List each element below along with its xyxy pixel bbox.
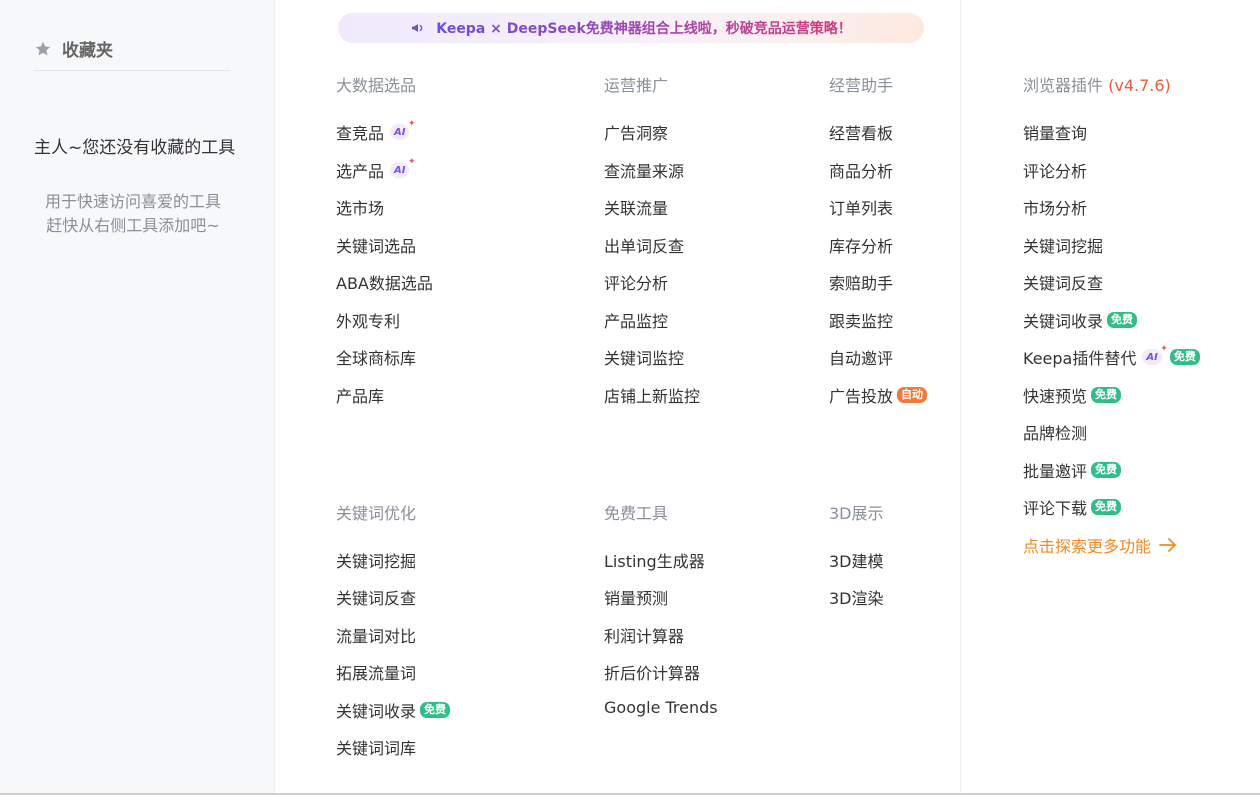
section-title-free-tools: 免费工具 — [604, 504, 669, 523]
explore-more-link[interactable]: 点击探索更多功能 — [1023, 533, 1177, 557]
free-badge: 免费 — [1091, 387, 1122, 403]
explore-more-label: 点击探索更多功能 — [1023, 537, 1152, 556]
plugin-item-keyword-index[interactable]: 关键词收录 免费 — [1023, 308, 1138, 332]
ai-badge-label: AI — [394, 126, 406, 138]
free-badge: 免费 — [420, 702, 451, 718]
menu-item-claims[interactable]: 索赔助手 — [829, 270, 893, 294]
menu-item-related-traffic[interactable]: 关联流量 — [604, 195, 668, 219]
promo-banner[interactable]: Keepa × DeepSeek免费神器组合上线啦，秒破竞品运营策略！ — [338, 13, 924, 43]
menu-item-store-new-monitor[interactable]: 店铺上新监控 — [604, 383, 700, 407]
favorites-empty-desc: 用于快速访问喜爱的工具 赶快从右侧工具添加吧~ — [28, 190, 238, 238]
sparkle-icon: ✦ — [407, 119, 416, 129]
plugin-item-sales-query[interactable]: 销量查询 — [1023, 120, 1087, 144]
menu-item-traffic-compare[interactable]: 流量词对比 — [336, 623, 416, 647]
favorites-empty-desc-line2: 赶快从右侧工具添加吧~ — [46, 216, 220, 235]
menu-item-profit-calculator[interactable]: 利润计算器 — [604, 623, 684, 647]
menu-item-discount-calculator[interactable]: 折后价计算器 — [604, 660, 700, 684]
ai-badge: AI ✦ — [390, 119, 415, 140]
menu-item-label: 批量邀评 — [1023, 462, 1088, 481]
ai-badge-label: AI — [394, 164, 406, 176]
menu-item-expand-traffic[interactable]: 拓展流量词 — [336, 660, 416, 684]
menu-item-aba-data[interactable]: ABA数据选品 — [336, 270, 433, 294]
menu-item-listing-generator[interactable]: Listing生成器 — [604, 548, 705, 572]
free-badge: 免费 — [1107, 312, 1138, 328]
menu-item-traffic-source[interactable]: 查流量来源 — [604, 158, 684, 182]
ai-badge-label: AI — [1146, 351, 1158, 363]
favorites-sidebar: 收藏夹 主人~您还没有收藏的工具 用于快速访问喜爱的工具 赶快从右侧工具添加吧~ — [0, 0, 275, 795]
menu-item-label: 关键词收录 — [336, 702, 417, 721]
plugin-item-keepa-alternative[interactable]: Keepa插件替代 AI ✦ 免费 — [1023, 344, 1200, 369]
plugin-title-label: 浏览器插件 — [1023, 76, 1104, 95]
column-divider — [960, 0, 961, 795]
section-title-keyword-opt: 关键词优化 — [336, 504, 417, 523]
menu-item-label: 快速预览 — [1023, 387, 1088, 406]
free-badge: 免费 — [1169, 349, 1200, 365]
section-title-big-data: 大数据选品 — [336, 76, 417, 95]
menu-item-order-keyword[interactable]: 出单词反查 — [604, 233, 684, 257]
menu-item-keyword-index[interactable]: 关键词收录 免费 — [336, 698, 451, 722]
menu-item-keyword-select[interactable]: 关键词选品 — [336, 233, 416, 257]
ai-badge: AI ✦ — [390, 157, 415, 178]
menu-item-inventory[interactable]: 库存分析 — [829, 233, 893, 257]
menu-item-hijack-monitor[interactable]: 跟卖监控 — [829, 308, 893, 332]
plugin-item-review-download[interactable]: 评论下载 免费 — [1023, 495, 1122, 519]
menu-item-product-library[interactable]: 产品库 — [336, 383, 384, 407]
plugin-item-quick-preview[interactable]: 快速预览 免费 — [1023, 383, 1122, 407]
menu-item-keyword-reverse[interactable]: 关键词反查 — [336, 585, 416, 609]
auto-badge: 自动 — [897, 387, 928, 403]
plugin-item-brand-check[interactable]: 品牌检测 — [1023, 420, 1087, 444]
megaphone-icon — [410, 20, 426, 36]
sparkle-icon: ✦ — [1160, 344, 1168, 354]
menu-item-product-monitor[interactable]: 产品监控 — [604, 308, 668, 332]
menu-item-review-analysis[interactable]: 评论分析 — [604, 270, 668, 294]
section-title-plugin: 浏览器插件 (v4.7.6) — [1023, 72, 1171, 96]
menu-item-3d-rendering[interactable]: 3D渲染 — [829, 585, 884, 609]
menu-item-label: 评论下载 — [1023, 499, 1088, 518]
promo-banner-text: Keepa × DeepSeek免费神器组合上线啦，秒破竞品运营策略！ — [436, 18, 852, 38]
favorites-empty-title: 主人~您还没有收藏的工具 — [34, 138, 236, 158]
menu-item-ad-placement[interactable]: 广告投放 自动 — [829, 383, 928, 407]
star-icon — [34, 40, 52, 58]
menu-item-order-list[interactable]: 订单列表 — [829, 195, 893, 219]
plugin-version: (v4.7.6) — [1108, 76, 1171, 95]
section-title-3d: 3D展示 — [829, 504, 884, 523]
plugin-item-keyword-mining[interactable]: 关键词挖掘 — [1023, 233, 1103, 257]
menu-item-design-patent[interactable]: 外观专利 — [336, 308, 400, 332]
menu-item-select-market[interactable]: 选市场 — [336, 195, 384, 219]
section-title-promotion: 运营推广 — [604, 76, 669, 95]
favorites-header: 收藏夹 — [34, 36, 230, 71]
arrow-right-icon — [1159, 538, 1177, 552]
menu-item-keyword-mining[interactable]: 关键词挖掘 — [336, 548, 416, 572]
menu-item-sales-forecast[interactable]: 销量预测 — [604, 585, 668, 609]
menu-item-label: 关键词收录 — [1023, 312, 1104, 331]
menu-item-label: 选产品 — [336, 162, 385, 181]
free-badge: 免费 — [1091, 462, 1122, 478]
menu-item-goods-analysis[interactable]: 商品分析 — [829, 158, 893, 182]
menu-item-3d-modeling[interactable]: 3D建模 — [829, 548, 884, 572]
plugin-item-keyword-reverse[interactable]: 关键词反查 — [1023, 270, 1103, 294]
menu-item-keyword-monitor[interactable]: 关键词监控 — [604, 345, 684, 369]
plugin-item-batch-review-request[interactable]: 批量邀评 免费 — [1023, 458, 1122, 482]
menu-item-label: 查竞品 — [336, 124, 385, 143]
menu-item-label: 广告投放 — [829, 387, 894, 406]
menu-item-competitor[interactable]: 查竞品 AI ✦ — [336, 119, 415, 144]
menu-item-ad-insight[interactable]: 广告洞察 — [604, 120, 668, 144]
plugin-item-market-analysis[interactable]: 市场分析 — [1023, 195, 1087, 219]
menu-item-label: Keepa插件替代 — [1023, 349, 1137, 368]
menu-item-google-trends[interactable]: Google Trends — [604, 698, 718, 717]
section-title-assistant: 经营助手 — [829, 76, 894, 95]
free-badge: 免费 — [1091, 499, 1122, 515]
menu-item-dashboard[interactable]: 经营看板 — [829, 120, 893, 144]
menu-item-keyword-library[interactable]: 关键词词库 — [336, 735, 416, 759]
favorites-empty-desc-line1: 用于快速访问喜爱的工具 — [44, 192, 221, 211]
menu-item-auto-review-request[interactable]: 自动邀评 — [829, 345, 893, 369]
menu-item-trademark[interactable]: 全球商标库 — [336, 345, 416, 369]
ai-badge: AI ✦ — [1142, 344, 1168, 365]
favorites-title: 收藏夹 — [62, 41, 113, 61]
plugin-item-review-analysis[interactable]: 评论分析 — [1023, 158, 1087, 182]
sparkle-icon: ✦ — [407, 157, 416, 167]
menu-item-select-product[interactable]: 选产品 AI ✦ — [336, 157, 415, 182]
